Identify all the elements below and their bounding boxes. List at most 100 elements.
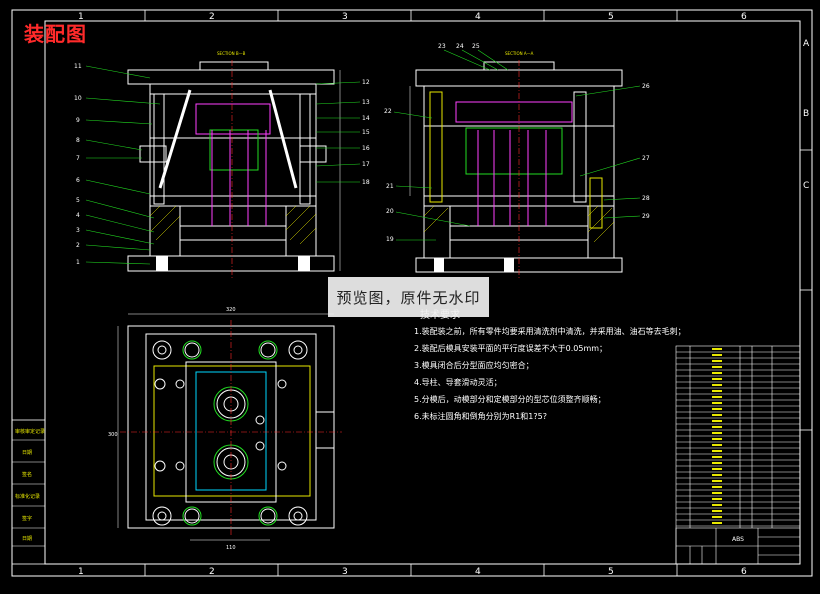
grid-top-4: 4 — [475, 12, 481, 22]
callout-15: 15 — [362, 129, 370, 136]
bom-entry-mark — [712, 462, 722, 464]
callout-25: 25 — [472, 43, 480, 50]
bom-entry-mark — [712, 444, 722, 446]
bom-entry-mark — [712, 384, 722, 386]
corner-bolts — [152, 340, 308, 526]
callouts-left — [85, 65, 161, 265]
callout-21: 21 — [386, 183, 394, 190]
callout-7: 7 — [76, 155, 80, 162]
section-label-left: SECTION B—B — [217, 51, 246, 56]
stamp-row-1: 审核审定记录 — [15, 428, 45, 435]
callout-26: 26 — [642, 83, 650, 90]
grid-top-6: 6 — [741, 12, 747, 22]
callout-1: 1 — [76, 259, 80, 266]
bom-entry-mark — [712, 396, 722, 398]
plan-dimensions: 320 300 110 — [108, 307, 236, 551]
section-view-left: SECTION B—B — [127, 51, 341, 278]
callout-16: 16 — [362, 145, 370, 152]
bom-entry-mark — [712, 438, 722, 440]
callout-22: 22 — [384, 108, 392, 115]
callout-8: 8 — [76, 137, 80, 144]
callouts-right — [393, 49, 641, 241]
material-label: ABS — [732, 536, 744, 543]
stamp-row-2: 日期 — [22, 450, 32, 456]
grid-right-a: A — [803, 39, 810, 49]
bom-entry-mark — [712, 402, 722, 404]
tech-item-5: 5.分模后，动模部分和定模部分的型芯位须整齐顺畅； — [414, 394, 606, 404]
stamp-row-5: 签字 — [22, 515, 32, 522]
callout-13: 13 — [362, 99, 370, 106]
grid-right-b: B — [803, 109, 809, 119]
bom-entry-mark — [712, 354, 722, 356]
bom-entry-mark — [712, 522, 722, 524]
tech-item-6: 6.未标注圆角和倒角分别为R1和1?5? — [414, 411, 547, 421]
bom-entry-mark — [712, 510, 722, 512]
callout-20: 20 — [386, 208, 394, 215]
bom-entry-mark — [712, 360, 722, 362]
stamp-row-6: 日期 — [22, 536, 32, 542]
section-label-right: SECTION A—A — [505, 51, 534, 56]
tech-item-2: 2.装配后模具安装平面的平行度误差不大于0.05mm； — [414, 343, 607, 353]
bom-entry-mark — [712, 516, 722, 518]
grid-bottom-5: 5 — [608, 567, 614, 577]
callout-numbers-middle: 12 13 14 15 16 17 18 — [362, 79, 370, 186]
dim-plan-bottom: 110 — [226, 545, 236, 551]
tech-requirements: 技术要求 1.装配装之前，所有零件均要采用清洗剂中清洗，并采用油、油石等去毛刺；… — [414, 308, 686, 421]
bom-entry-mark — [712, 450, 722, 452]
bom-entry-mark — [712, 378, 722, 380]
bom-entry-mark — [712, 366, 722, 368]
callout-5: 5 — [76, 197, 80, 204]
callout-17: 17 — [362, 161, 370, 168]
callout-numbers-left: 11 10 9 8 7 6 5 4 3 2 1 — [74, 63, 82, 266]
bom-entry-mark — [712, 408, 722, 410]
bom-table — [675, 345, 801, 565]
callout-11: 11 — [74, 63, 82, 70]
grid-bottom-2: 2 — [209, 567, 215, 577]
callout-6: 6 — [76, 177, 80, 184]
callout-29: 29 — [642, 213, 650, 220]
callout-24: 24 — [456, 43, 464, 50]
plan-view — [117, 313, 342, 541]
drawing-stage: 1 2 3 4 5 6 1 2 3 4 5 6 A B C 审核审定记录 日期 … — [0, 0, 820, 590]
section-view-right: SECTION A—A — [409, 51, 623, 278]
grid-right-c: C — [803, 181, 809, 191]
bom-entry-mark — [712, 480, 722, 482]
bom-entry-mark — [712, 390, 722, 392]
callout-3: 3 — [76, 227, 80, 234]
bom-entry-mark — [712, 468, 722, 470]
bom-entry-mark — [712, 486, 722, 488]
callout-4: 4 — [76, 212, 80, 219]
bom-entry-mark — [712, 420, 722, 422]
callout-19: 19 — [386, 236, 394, 243]
grid-top-5: 5 — [608, 12, 614, 22]
tech-item-1: 1.装配装之前，所有零件均要采用清洗剂中清洗，并采用油、油石等去毛刺； — [414, 326, 686, 336]
grid-top-3: 3 — [342, 12, 348, 22]
bom-entry-mark — [712, 474, 722, 476]
grid-bottom-4: 4 — [475, 567, 481, 577]
callout-10: 10 — [74, 95, 82, 102]
bom-entry-mark — [712, 504, 722, 506]
dim-plan-height: 300 — [108, 432, 118, 438]
bom-entry-mark — [712, 426, 722, 428]
callout-23: 23 — [438, 43, 446, 50]
callout-28: 28 — [642, 195, 650, 202]
bom-entry-mark — [712, 414, 722, 416]
callout-18: 18 — [362, 179, 370, 186]
bom-entry-mark — [712, 456, 722, 458]
grid-bottom-1: 1 — [78, 567, 84, 577]
left-stamp-box: 审核审定记录 日期 签名 标准化记录 签字 日期 — [11, 419, 46, 565]
stamp-row-3: 签名 — [22, 471, 32, 478]
callout-2: 2 — [76, 242, 80, 249]
bom-entry-mark — [712, 348, 722, 350]
tech-item-4: 4.导柱、导套滑动灵活； — [414, 377, 502, 387]
callout-27: 27 — [642, 155, 650, 162]
watermark-banner: 预览图，原件无水印 — [328, 277, 489, 317]
grid-top-2: 2 — [209, 12, 215, 22]
bom-entry-mark — [712, 372, 722, 374]
tech-item-3: 3.模具闭合后分型面应均匀密合； — [414, 360, 534, 370]
grid-bottom-6: 6 — [741, 567, 747, 577]
callout-14: 14 — [362, 115, 370, 122]
bom-entry-mark — [712, 432, 722, 434]
grid-bottom-3: 3 — [342, 567, 348, 577]
page-title: 装配图 — [24, 22, 87, 46]
